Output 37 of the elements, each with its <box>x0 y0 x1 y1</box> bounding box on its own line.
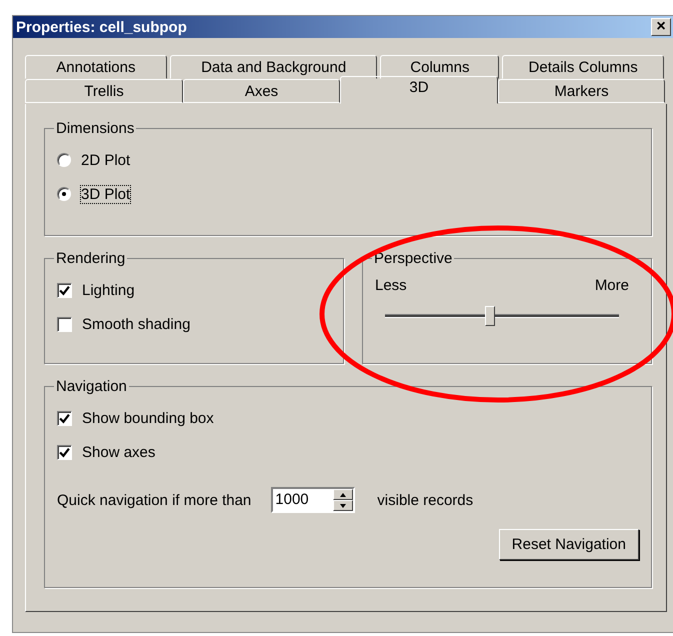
slider-min-label: Less <box>375 277 407 294</box>
checkbox-label[interactable]: Show bounding box <box>82 410 214 426</box>
checkbox[interactable] <box>57 444 72 460</box>
group-title: Perspective <box>373 250 454 267</box>
close-button[interactable]: × <box>651 18 671 36</box>
perspective-slider[interactable] <box>385 304 619 328</box>
spin-down-icon[interactable] <box>333 500 354 511</box>
tab[interactable]: Data and Background <box>170 55 378 79</box>
radio-label[interactable]: 2D Plot <box>81 152 130 168</box>
radio-button[interactable] <box>57 153 71 167</box>
group-title: Navigation <box>55 378 128 395</box>
tab[interactable]: Annotations <box>25 55 167 79</box>
checkbox-label[interactable]: Show axes <box>82 444 156 460</box>
tab[interactable]: Markers <box>498 79 665 103</box>
slider-max-label: More <box>594 277 629 294</box>
group-title: Dimensions <box>55 120 136 137</box>
number-spinner[interactable]: 1000 <box>271 487 356 513</box>
field-label: Quick navigation if more than <box>57 492 252 508</box>
checkbox[interactable] <box>57 282 72 298</box>
tab[interactable]: Axes <box>183 79 340 103</box>
checkbox-label[interactable]: Smooth shading <box>82 316 190 332</box>
checkbox[interactable] <box>57 316 72 332</box>
checkbox-label[interactable]: Lighting <box>82 282 135 298</box>
reset-navigation-button[interactable]: Reset Navigation <box>498 529 639 560</box>
radio-button[interactable] <box>57 187 71 201</box>
tab[interactable]: Columns <box>380 55 500 79</box>
field-suffix: visible records <box>377 492 474 508</box>
radio-label[interactable]: 3D Plot <box>81 186 130 202</box>
spinner-value: 1000 <box>274 490 310 510</box>
window-title: Properties: cell_subpop <box>16 18 187 36</box>
tab[interactable]: 3D <box>340 76 498 104</box>
checkbox[interactable] <box>57 410 72 426</box>
slider-thumb[interactable] <box>485 306 496 326</box>
group-title: Rendering <box>55 250 126 267</box>
tab[interactable]: Trellis <box>25 79 183 103</box>
spin-up-icon[interactable] <box>333 489 354 500</box>
tab[interactable]: Details Columns <box>502 55 664 79</box>
